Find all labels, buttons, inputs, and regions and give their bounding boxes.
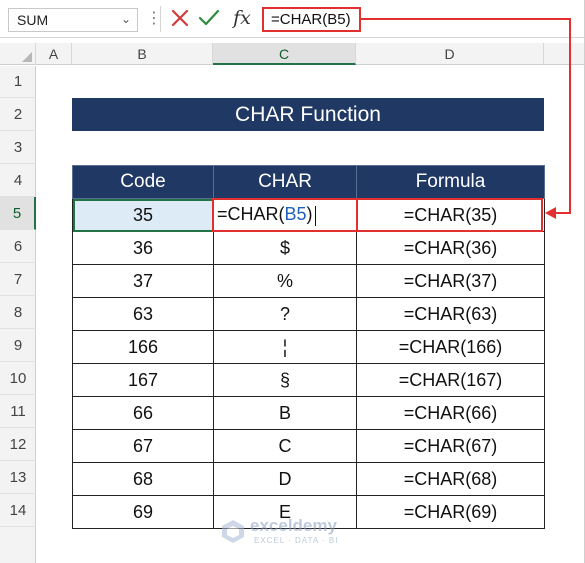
row-header[interactable]: 3 xyxy=(0,131,36,164)
cell-formula[interactable]: =CHAR(66) xyxy=(356,396,545,430)
table-row: 67 C =CHAR(67) xyxy=(72,429,545,463)
cell-code[interactable]: 37 xyxy=(72,264,214,298)
cell-formula[interactable]: =CHAR(36) xyxy=(356,231,545,265)
insert-function-icon[interactable]: fx xyxy=(229,4,255,32)
formula-bar-divider xyxy=(160,6,161,32)
watermark: exceldemy EXCEL · DATA · BI xyxy=(220,514,380,550)
column-header-d[interactable]: D xyxy=(356,43,544,65)
cell-code[interactable]: 69 xyxy=(72,495,214,529)
cell-formula[interactable]: =CHAR(166) xyxy=(356,330,545,364)
row-header[interactable]: 12 xyxy=(0,428,36,461)
table-row: 166 ¦ =CHAR(166) xyxy=(72,330,545,364)
row-header-column: 1 2 3 4 5 6 7 8 9 10 11 12 13 14 xyxy=(0,66,36,563)
header-code[interactable]: Code xyxy=(72,165,214,199)
row-header[interactable]: 13 xyxy=(0,461,36,494)
cell-formula[interactable]: =CHAR(167) xyxy=(356,363,545,397)
table-header-row: Code CHAR Formula xyxy=(72,165,545,199)
cell-char[interactable]: C xyxy=(213,429,357,463)
cell-code[interactable]: 68 xyxy=(72,462,214,496)
table-row: 68 D =CHAR(68) xyxy=(72,462,545,496)
chevron-down-icon[interactable]: ⌄ xyxy=(121,12,131,26)
cell-code[interactable]: 67 xyxy=(72,429,214,463)
cell-code[interactable]: 63 xyxy=(72,297,214,331)
cell-formula[interactable]: =CHAR(67) xyxy=(356,429,545,463)
cell-code[interactable]: 36 xyxy=(72,231,214,265)
cell-code[interactable]: 35 xyxy=(72,198,214,232)
enter-icon[interactable] xyxy=(197,5,221,31)
highlight-editing-cell xyxy=(212,198,358,232)
cell-char[interactable]: D xyxy=(213,462,357,496)
header-formula[interactable]: Formula xyxy=(356,165,545,199)
table-row: 36 $ =CHAR(36) xyxy=(72,231,545,265)
exceldemy-logo-icon xyxy=(222,520,244,543)
row-header[interactable]: 1 xyxy=(0,66,36,98)
column-header-c[interactable]: C xyxy=(213,43,356,65)
cell-formula[interactable]: =CHAR(37) xyxy=(356,264,545,298)
cell-code[interactable]: 167 xyxy=(72,363,214,397)
sheet-title: CHAR Function xyxy=(72,98,544,131)
row-header[interactable]: 5 xyxy=(0,197,36,230)
column-header-a[interactable]: A xyxy=(36,43,72,65)
row-header[interactable]: 8 xyxy=(0,296,36,329)
table-row: 167 § =CHAR(167) xyxy=(72,363,545,397)
row-header[interactable]: 6 xyxy=(0,230,36,263)
select-all-icon xyxy=(22,52,32,62)
cell-code[interactable]: 166 xyxy=(72,330,214,364)
name-box[interactable]: SUM ⌄ xyxy=(8,8,138,32)
cell-formula[interactable]: =CHAR(63) xyxy=(356,297,545,331)
cell-char[interactable]: B xyxy=(213,396,357,430)
row-header[interactable]: 7 xyxy=(0,263,36,296)
row-header[interactable]: 9 xyxy=(0,329,36,362)
cell-formula[interactable]: =CHAR(68) xyxy=(356,462,545,496)
row-header[interactable]: 11 xyxy=(0,395,36,428)
highlight-result-cell xyxy=(356,198,543,232)
column-header-row: A B C D xyxy=(0,43,585,65)
watermark-name: exceldemy xyxy=(250,516,337,535)
name-box-value: SUM xyxy=(17,12,49,28)
row-header[interactable]: 10 xyxy=(0,362,36,395)
watermark-tagline: EXCEL · DATA · BI xyxy=(254,536,339,545)
cell-char[interactable]: ¦ xyxy=(213,330,357,364)
cancel-icon[interactable] xyxy=(168,5,192,31)
table-row: 63 ? =CHAR(63) xyxy=(72,297,545,331)
cell-char[interactable]: ? xyxy=(213,297,357,331)
cell-char[interactable]: $ xyxy=(213,231,357,265)
formula-input[interactable]: =CHAR(B5) xyxy=(262,7,361,32)
table-row: 37 % =CHAR(37) xyxy=(72,264,545,298)
header-char[interactable]: CHAR xyxy=(213,165,357,199)
cell-formula[interactable]: =CHAR(69) xyxy=(356,495,545,529)
cell-char[interactable]: % xyxy=(213,264,357,298)
cell-code[interactable]: 66 xyxy=(72,396,214,430)
select-all-corner[interactable] xyxy=(0,43,36,65)
column-header-b[interactable]: B xyxy=(72,43,213,65)
cell-char[interactable]: § xyxy=(213,363,357,397)
table-row: 66 B =CHAR(66) xyxy=(72,396,545,430)
row-header[interactable]: 4 xyxy=(0,164,36,197)
row-header[interactable]: 2 xyxy=(0,98,36,131)
more-options-icon[interactable]: ⋮ xyxy=(146,8,162,30)
row-header[interactable]: 14 xyxy=(0,494,36,527)
